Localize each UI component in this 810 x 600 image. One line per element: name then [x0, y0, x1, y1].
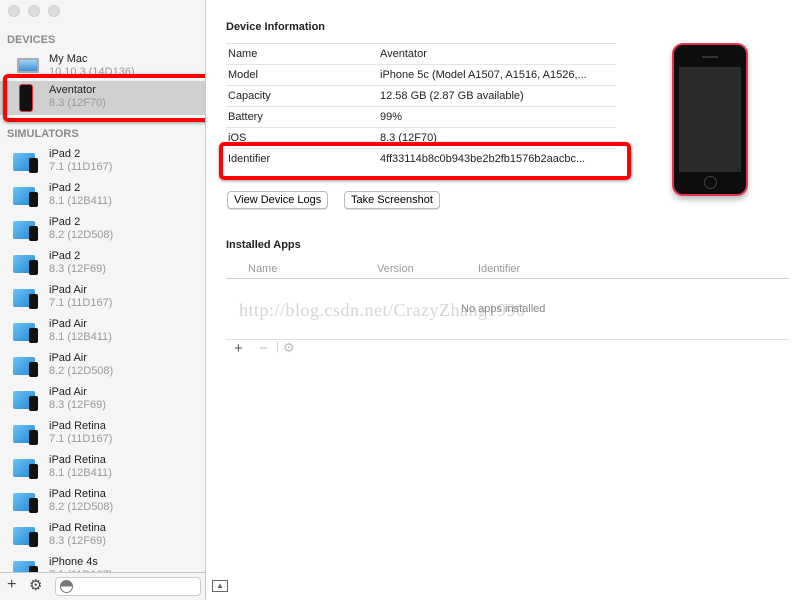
- remove-app-icon[interactable]: −: [259, 340, 268, 357]
- simulator-version: 8.2 (12D508): [49, 229, 114, 241]
- simulator-icon: [13, 252, 39, 276]
- simulator-icon: [13, 490, 39, 514]
- simulator-icon: [13, 286, 39, 310]
- info-row: Name Aventator: [226, 43, 616, 64]
- simulator-icon: [13, 354, 39, 378]
- column-version[interactable]: Version: [377, 263, 414, 275]
- info-row: Model iPhone 5c (Model A1507, A1516, A152…: [226, 64, 616, 85]
- simulator-version: 8.3 (12F69): [49, 399, 106, 411]
- simulator-item[interactable]: iPad Retina 8.3 (12F69): [0, 519, 205, 553]
- simulator-version: 7.1 (11D167): [49, 297, 113, 309]
- simulator-version: 8.2 (12D508): [49, 501, 114, 513]
- simulator-name: iPhone 4s: [49, 556, 98, 568]
- simulator-name: iPad Air: [49, 318, 87, 330]
- divider: [226, 339, 789, 340]
- column-name[interactable]: Name: [248, 263, 277, 275]
- devices-header: DEVICES: [7, 34, 56, 46]
- simulator-item[interactable]: iPad Retina 7.1 (11D167): [0, 417, 205, 451]
- sidebar: DEVICES My Mac 10.10.3 (14D136) Aventato…: [0, 0, 206, 600]
- simulator-icon: [13, 456, 39, 480]
- simulator-icon: [13, 150, 39, 174]
- info-value: Aventator: [380, 48, 427, 60]
- info-row: Battery 99%: [226, 106, 616, 127]
- info-key: Name: [228, 48, 258, 60]
- simulator-name: iPad Retina: [49, 488, 106, 500]
- simulator-item[interactable]: iPad 2 8.1 (12B411): [0, 179, 205, 213]
- toggle-panel-icon[interactable]: ▲: [212, 580, 228, 592]
- divider: [226, 278, 789, 279]
- simulator-icon: [13, 524, 39, 548]
- simulator-item[interactable]: iPad Air 8.3 (12F69): [0, 383, 205, 417]
- installed-apps-title: Installed Apps: [226, 239, 301, 251]
- simulator-item[interactable]: iPad 2 8.3 (12F69): [0, 247, 205, 281]
- filter-input[interactable]: [55, 577, 201, 596]
- simulator-icon: [13, 320, 39, 344]
- simulator-name: iPad 2: [49, 216, 81, 228]
- gear-icon[interactable]: ⚙: [29, 576, 42, 594]
- column-identifier[interactable]: Identifier: [478, 263, 520, 275]
- separator: |: [276, 341, 279, 353]
- sidebar-toolbar: + ⚙: [0, 572, 205, 600]
- simulator-icon: [13, 388, 39, 412]
- add-icon[interactable]: +: [7, 576, 16, 594]
- simulator-item[interactable]: iPad Air 7.1 (11D167): [0, 281, 205, 315]
- info-value: iPhone 5c (Model A1507, A1516, A1526,...: [380, 69, 587, 81]
- simulator-name: iPad Air: [49, 386, 87, 398]
- simulator-item[interactable]: iPad 2 7.1 (11D167): [0, 145, 205, 179]
- gear-icon[interactable]: ⚙: [283, 340, 295, 356]
- simulator-name: iPad 2: [49, 148, 81, 160]
- simulator-name: iPad Air: [49, 352, 87, 364]
- zoom-button[interactable]: [48, 5, 60, 17]
- highlight-box: [3, 74, 205, 122]
- simulator-icon: [13, 218, 39, 242]
- view-device-logs-button[interactable]: View Device Logs: [227, 191, 329, 209]
- simulator-icon: [13, 184, 39, 208]
- simulators-header: SIMULATORS: [7, 128, 79, 140]
- iphone-image: [672, 43, 748, 196]
- identifier-highlight: [219, 142, 631, 180]
- empty-state: No apps installed: [461, 303, 546, 315]
- take-screenshot-button[interactable]: Take Screenshot: [344, 191, 440, 209]
- simulator-icon: [13, 422, 39, 446]
- simulator-name: iPad 2: [49, 182, 81, 194]
- simulator-version: 7.1 (11D167): [49, 161, 113, 173]
- device-name: My Mac: [49, 53, 88, 65]
- info-row: Capacity 12.58 GB (2.87 GB available): [226, 85, 616, 106]
- simulator-version: 8.1 (12B411): [49, 331, 112, 343]
- simulator-item[interactable]: iPad Air 8.1 (12B411): [0, 315, 205, 349]
- minimize-button[interactable]: [28, 5, 40, 17]
- simulator-version: 8.2 (12D508): [49, 365, 114, 377]
- device-info-title: Device Information: [226, 21, 326, 33]
- mac-icon: [17, 58, 39, 73]
- close-button[interactable]: [8, 5, 20, 17]
- info-value: 12.58 GB (2.87 GB available): [380, 90, 524, 102]
- simulator-name: iPad Air: [49, 284, 87, 296]
- info-value: 99%: [380, 111, 403, 123]
- add-app-icon[interactable]: +: [234, 340, 243, 357]
- simulator-version: 8.1 (12B411): [49, 195, 112, 207]
- simulator-item[interactable]: iPad 2 8.2 (12D508): [0, 213, 205, 247]
- main-panel: Device Information Name Aventator Model iPh…: [207, 0, 810, 600]
- simulator-item[interactable]: iPad Retina 8.2 (12D508): [0, 485, 205, 519]
- filter-icon: [60, 580, 73, 593]
- simulator-item[interactable]: iPad Retina 8.1 (12B411): [0, 451, 205, 485]
- info-key: Battery: [228, 111, 263, 123]
- simulator-version: 8.3 (12F69): [49, 263, 106, 275]
- info-key: Model: [228, 69, 258, 81]
- window-controls: [8, 5, 60, 17]
- simulator-version: 8.3 (12F69): [49, 535, 106, 547]
- simulator-item[interactable]: iPad Air 8.2 (12D508): [0, 349, 205, 383]
- simulator-name: iPad Retina: [49, 522, 106, 534]
- simulator-version: 7.1 (11D167): [49, 433, 113, 445]
- simulator-name: iPad Retina: [49, 420, 106, 432]
- simulator-name: iPad 2: [49, 250, 81, 262]
- simulator-name: iPad Retina: [49, 454, 106, 466]
- simulator-version: 8.1 (12B411): [49, 467, 112, 479]
- info-key: Capacity: [228, 90, 271, 102]
